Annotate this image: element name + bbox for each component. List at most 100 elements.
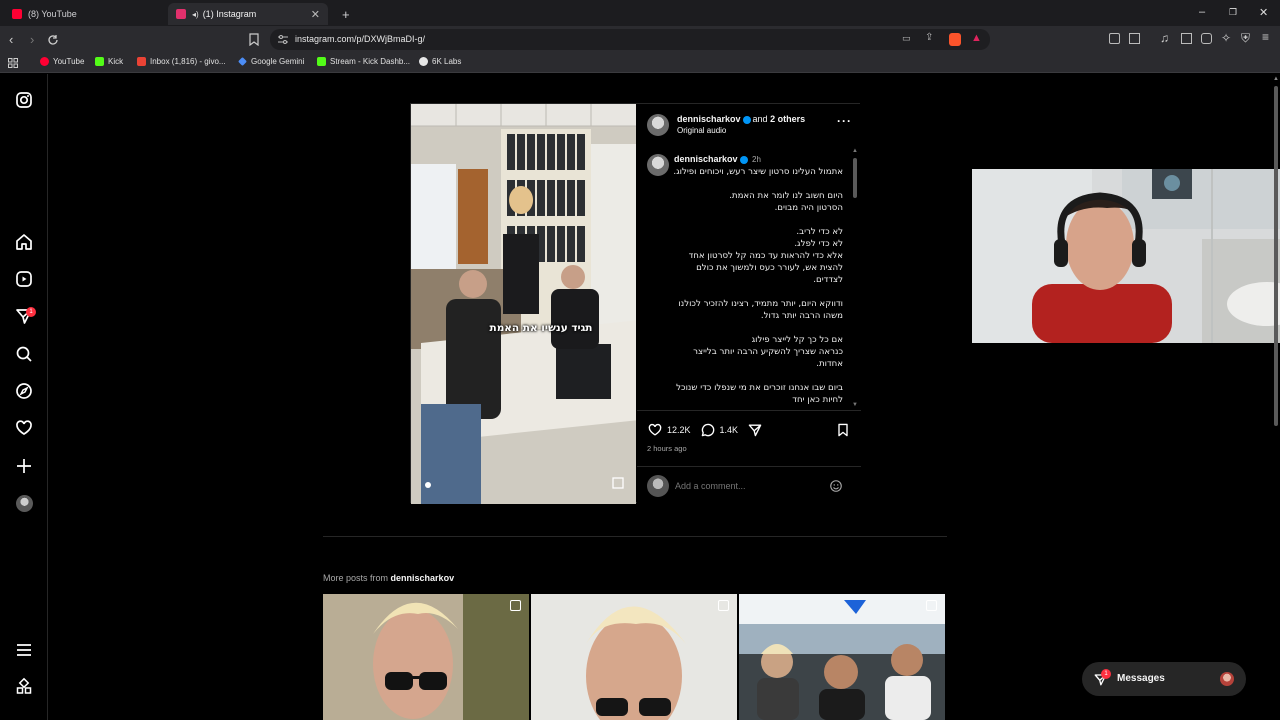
comment-box — [637, 466, 861, 504]
posted-time: 2 hours ago — [647, 444, 687, 453]
bookmark-gmail[interactable]: Inbox (1,816) - givo... — [137, 57, 226, 66]
more-post-thumbnail[interactable] — [323, 594, 529, 720]
notifications-heart-icon[interactable] — [14, 418, 34, 438]
video-subtitle: תגיד ענשיו את האמת — [489, 322, 593, 334]
comment-icon[interactable] — [700, 422, 716, 438]
original-audio-link[interactable]: Original audio — [677, 126, 726, 135]
post-side-panel: dennischarkov and 2 others Original audio… — [637, 104, 861, 504]
reels-icon[interactable] — [14, 269, 34, 289]
scroll-up-icon[interactable]: ▲ — [852, 148, 858, 154]
back-icon[interactable]: ‹ — [9, 32, 13, 47]
vpn-shield-icon[interactable]: ⛨ — [1241, 31, 1250, 46]
brave-shields-icon[interactable] — [949, 33, 961, 46]
cast-icon[interactable]: ▭ — [902, 33, 911, 44]
more-posts-heading: More posts from dennischarkov — [323, 573, 454, 583]
close-tab-icon[interactable]: ✕ — [311, 8, 320, 21]
author-avatar[interactable] — [647, 114, 669, 136]
bookmark-label: Inbox (1,816) - givo... — [150, 57, 226, 66]
verified-badge-icon — [739, 155, 748, 164]
page-scrollbar-thumb[interactable] — [1274, 86, 1278, 426]
post-card: תגיד ענשיו את האמת dennischarkov and 2 ot… — [410, 103, 861, 504]
caption-paragraph: אם כל כך קל לייצר פילוג כנראה שצריך להשק… — [693, 335, 843, 369]
post-video[interactable]: תגיד ענשיו את האמת — [411, 104, 636, 504]
author-username[interactable]: dennischarkov — [677, 114, 741, 124]
and-text: and — [752, 114, 768, 124]
minimize-icon[interactable]: – — [1199, 6, 1205, 18]
more-post-thumbnail[interactable] — [531, 594, 737, 720]
scroll-down-icon[interactable]: ▼ — [852, 402, 858, 408]
media-icon[interactable]: ♫ — [1160, 31, 1169, 45]
caption-paragraph: ודווקא היום, יותר מתמיד, רצינו להזכיר לכ… — [678, 299, 843, 321]
bookmark-6k-labs[interactable]: 6K Labs — [419, 57, 461, 66]
comments-count[interactable]: 1.4K — [720, 425, 739, 435]
kick-icon — [317, 57, 326, 66]
close-window-icon[interactable]: ✕ — [1259, 6, 1268, 19]
profile-avatar[interactable] — [16, 495, 33, 512]
reload-icon[interactable] — [47, 34, 59, 46]
caption-paragraph: היום חשוב לנו לומר את האמת. הסרטון היה מ… — [729, 191, 843, 213]
new-tab-button[interactable]: + — [334, 3, 354, 25]
site-settings-icon[interactable] — [278, 35, 288, 44]
brave-rewards-icon[interactable]: ▲ — [971, 32, 982, 44]
bookmark-label: YouTube — [53, 57, 85, 66]
home-icon[interactable] — [14, 232, 34, 252]
comment-input[interactable] — [675, 477, 825, 495]
create-plus-icon[interactable] — [14, 456, 34, 476]
reel-badge-icon — [718, 600, 729, 611]
save-bookmark-icon[interactable] — [835, 422, 851, 438]
also-from-meta-icon[interactable] — [14, 677, 34, 697]
more-options-icon[interactable]: ··· — [837, 114, 852, 128]
reel-badge-icon — [926, 600, 937, 611]
caption-username[interactable]: dennischarkov — [674, 154, 738, 164]
like-heart-icon[interactable] — [647, 422, 663, 438]
leo-ai-icon[interactable]: ✧ — [1221, 31, 1231, 45]
sidebar-toggle-icon[interactable] — [1181, 33, 1192, 44]
webcam-overlay — [972, 169, 1280, 343]
wallet-icon[interactable] — [1129, 33, 1140, 44]
wallet-extension-icon[interactable] — [1201, 33, 1212, 44]
bookmarks-bar: YouTube Kick Inbox (1,816) - givo... Goo… — [0, 53, 1280, 73]
page-scrollbar[interactable]: ▲ — [1272, 76, 1280, 720]
more-post-thumbnail[interactable] — [739, 594, 945, 720]
bookmark-youtube[interactable]: YouTube — [40, 57, 84, 66]
browser-tab-bar: (8) YouTube ◂) (1) Instagram ✕ + – ❐ ✕ — [0, 0, 1280, 26]
restore-icon[interactable]: ❐ — [1229, 7, 1237, 18]
apps-grid-icon[interactable] — [8, 58, 18, 68]
bookmark-label: Google Gemini — [251, 57, 305, 66]
instagram-logo-icon[interactable] — [14, 90, 34, 110]
likes-count[interactable]: 12.2K — [667, 425, 691, 435]
bookmark-kick-dashboard[interactable]: Stream - Kick Dashb... — [317, 57, 410, 66]
more-menu-icon[interactable] — [14, 640, 34, 660]
notification-badge: 1 — [26, 307, 36, 317]
scrollbar-thumb[interactable] — [853, 158, 857, 198]
others-link[interactable]: 2 others — [770, 114, 805, 124]
bookmark-kick[interactable]: Kick — [95, 57, 123, 66]
bookmark-label: 6K Labs — [432, 57, 462, 66]
emoji-icon[interactable] — [829, 479, 843, 493]
explore-icon[interactable] — [14, 381, 34, 401]
share-send-icon[interactable] — [747, 422, 763, 438]
page-scroll-up-icon[interactable]: ▲ — [1273, 76, 1279, 82]
caption-scrollbar[interactable]: ▲ ▼ — [852, 148, 858, 410]
webcam-feed-image — [972, 169, 1280, 343]
more-posts-username[interactable]: dennischarkov — [391, 573, 455, 583]
bookmark-gemini[interactable]: Google Gemini — [238, 57, 304, 66]
tab-label: (1) Instagram — [202, 9, 257, 19]
forward-icon[interactable]: › — [30, 32, 34, 47]
share-icon[interactable]: ⇪ — [925, 32, 933, 43]
post-actions: 12.2K 1.4K — [647, 422, 763, 438]
menu-icon[interactable]: ≡ — [1262, 30, 1269, 44]
tab-instagram[interactable]: ◂) (1) Instagram ✕ — [168, 3, 328, 25]
tab-youtube[interactable]: (8) YouTube — [4, 3, 164, 25]
extensions-icon[interactable] — [1109, 33, 1120, 44]
url-field[interactable]: instagram.com/p/DXWjBmaDI-g/ ▭ ⇪ ▲ — [270, 29, 990, 50]
thumbnail-image — [323, 594, 529, 720]
caption-time: 2h — [752, 155, 761, 164]
bookmark-page-icon[interactable] — [249, 33, 259, 46]
messages-button[interactable]: 1 Messages — [1082, 662, 1246, 696]
section-divider — [637, 410, 861, 411]
bookmark-label: Kick — [108, 57, 124, 66]
caption-avatar[interactable] — [647, 154, 669, 176]
messages-label: Messages — [1117, 673, 1165, 684]
search-icon[interactable] — [14, 344, 34, 364]
